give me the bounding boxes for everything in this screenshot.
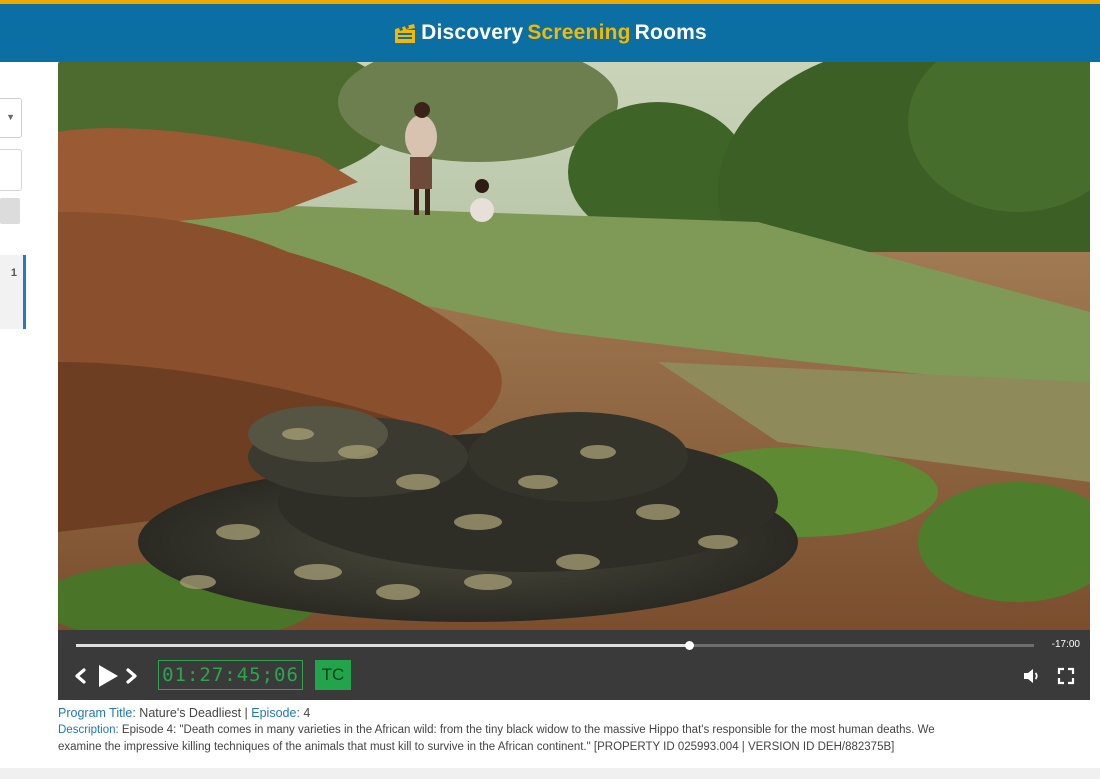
sidebar-item-selected[interactable]: 1 (0, 255, 26, 329)
sidebar-search-input[interactable] (0, 149, 22, 191)
chevron-left-icon[interactable] (72, 664, 88, 688)
play-icon[interactable] (96, 662, 120, 690)
sidebar: ▼ 1 (0, 62, 26, 779)
caret-down-icon: ▼ (6, 112, 15, 122)
program-info: Program Title: Nature's Deadliest | Epis… (58, 705, 938, 756)
volume-icon[interactable] (1022, 666, 1042, 686)
brand-logo[interactable]: Discovery Screening Rooms (393, 21, 707, 45)
bottom-edge (0, 768, 1100, 779)
separator: | (244, 706, 248, 720)
sidebar-item-number: 1 (10, 267, 17, 279)
description-label: Description: (58, 724, 119, 736)
timecode-display: 01:27:45;06 (158, 660, 303, 690)
description-line: Description: Episode 4: "Death comes in … (58, 722, 938, 756)
program-title-label: Program Title: (58, 706, 136, 720)
clapperboard-icon (393, 22, 417, 44)
chevron-right-icon[interactable] (124, 664, 140, 688)
player-controls: -17:00 01:27:45;06 TC (58, 630, 1090, 700)
seek-bar[interactable] (76, 641, 1034, 650)
fullscreen-icon[interactable] (1057, 667, 1075, 685)
tc-toggle-button[interactable]: TC (315, 660, 351, 690)
description-text: Episode 4: "Death comes in many varietie… (58, 724, 935, 753)
program-title: Nature's Deadliest (139, 706, 242, 720)
brand-word-rooms: Rooms (634, 21, 707, 44)
seek-bar-handle[interactable] (685, 641, 695, 650)
app-header: Discovery Screening Rooms (0, 0, 1100, 62)
seek-bar-progress (76, 644, 690, 647)
video-frame[interactable] (58, 62, 1090, 630)
episode-number: 4 (303, 706, 311, 720)
sidebar-button[interactable] (0, 198, 20, 224)
program-title-line: Program Title: Nature's Deadliest | Epis… (58, 705, 938, 722)
brand-word-screening: Screening (527, 21, 631, 44)
episode-label: Episode: (251, 706, 300, 720)
sidebar-dropdown[interactable]: ▼ (0, 98, 22, 138)
brand-word-discovery: Discovery (421, 21, 524, 44)
time-remaining: -17:00 (1051, 639, 1080, 650)
